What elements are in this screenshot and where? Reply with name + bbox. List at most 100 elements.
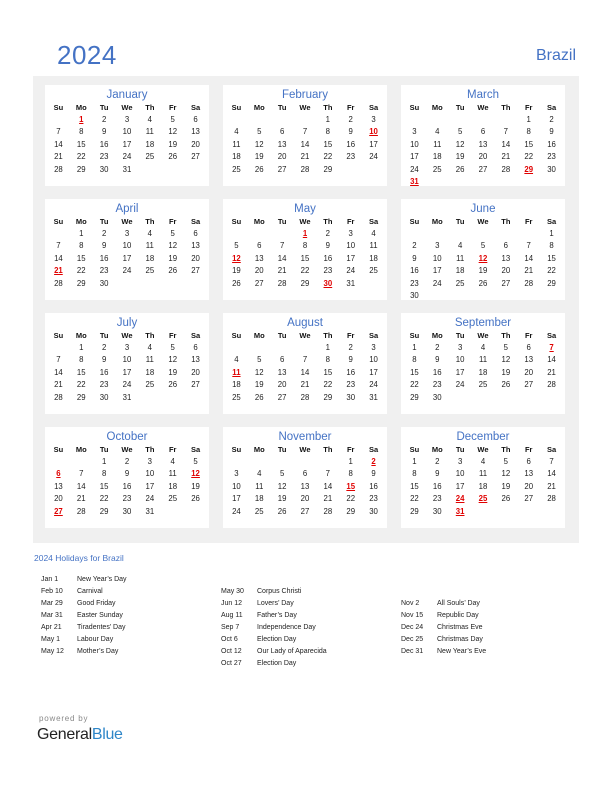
weekday-label: Fr — [524, 103, 533, 112]
day-cell: 2 — [348, 343, 353, 352]
empty-day-cell — [316, 456, 339, 468]
holiday-day-cell: 30 — [323, 278, 333, 288]
empty-day-cell — [47, 228, 70, 240]
week-row: 23 24 25 26 27 28 29 — [403, 278, 563, 290]
day-cell: 25 — [145, 152, 155, 162]
day-cell: 19 — [478, 266, 488, 276]
weekday-label: Sa — [368, 103, 379, 112]
weekday-label: Fr — [524, 331, 533, 340]
week-row: 13 14 15 16 17 18 19 — [47, 481, 207, 493]
empty-day-cell — [116, 278, 139, 290]
holiday-day-cell: 6 — [56, 469, 61, 479]
day-cell: 23 — [369, 494, 378, 504]
day-cell: 18 — [478, 481, 488, 491]
month-title: October — [106, 431, 148, 443]
weekday-label: Tu — [99, 217, 109, 226]
day-cell: 2 — [435, 457, 440, 466]
holiday-date: Aug 11 — [221, 612, 243, 619]
holiday-name: Carnival — [77, 588, 103, 595]
day-cell: 23 — [346, 380, 356, 390]
day-cell: 22 — [410, 494, 419, 504]
weekday-label: Fr — [168, 103, 177, 112]
day-cell: 15 — [99, 481, 109, 491]
holiday-date: Dec 24 — [401, 624, 424, 631]
day-cell: 1 — [412, 457, 417, 466]
empty-day-cell — [47, 456, 70, 468]
day-cell: 25 — [232, 392, 241, 402]
day-cell: 18 — [432, 152, 442, 162]
day-cell: 29 — [300, 278, 310, 288]
day-cell: 7 — [302, 355, 308, 365]
day-cell: 29 — [323, 164, 333, 174]
week-row: 15 16 17 18 19 20 21 — [403, 481, 563, 493]
weekday-label: Fr — [168, 445, 177, 454]
weekday-label: Mo — [431, 445, 443, 454]
month-september: September Su Mo Tu We Th Fr Sa 1 2 3 4 5 6 7 8 9 10 11 12 13… — [401, 313, 565, 414]
weekday-label: Sa — [368, 217, 379, 226]
week-row: 29 30 — [403, 392, 563, 404]
empty-day-cell — [138, 392, 161, 404]
weekday-label: We — [121, 217, 133, 226]
day-cell: 13 — [191, 241, 200, 251]
day-cell: 25 — [168, 494, 178, 504]
weekday-label: Mo — [75, 331, 87, 340]
day-cell: 1 — [412, 343, 417, 352]
day-cell: 19 — [254, 152, 264, 162]
day-cell: 24 — [369, 380, 378, 390]
day-cell: 1 — [79, 229, 84, 238]
empty-day-cell — [138, 164, 161, 176]
day-cell: 18 — [478, 367, 488, 377]
day-cell: 25 — [455, 278, 465, 288]
empty-day-cell — [472, 228, 495, 240]
day-cell: 11 — [478, 469, 488, 479]
day-cell: 30 — [432, 506, 442, 516]
week-row: 9 10 11 12 13 14 15 — [403, 253, 563, 265]
weekday-label: Tu — [99, 445, 109, 454]
holiday-name: New Year’s Eve — [437, 648, 487, 655]
empty-day-cell — [494, 506, 517, 518]
empty-day-cell — [517, 506, 540, 518]
generalblue-logo[interactable]: GeneralBlue — [37, 726, 123, 744]
holiday-name: Election Day — [257, 636, 297, 643]
month-july: July Su Mo Tu We Th Fr Sa 1 2 3 4 5 6 7 8 9 10 11 12 13 14 15 1… — [45, 313, 209, 414]
empty-day-cell — [426, 176, 449, 188]
day-cell: 3 — [124, 229, 130, 238]
day-cell: 2 — [348, 115, 353, 124]
day-cell: 14 — [300, 139, 310, 149]
day-cell: 23 — [99, 266, 109, 276]
day-cell: 9 — [435, 469, 440, 479]
day-cell: 7 — [56, 127, 61, 137]
day-cell: 5 — [257, 127, 262, 137]
empty-day-cell — [184, 278, 207, 290]
day-cell: 8 — [79, 241, 84, 251]
day-cell: 19 — [277, 494, 287, 504]
day-cell: 23 — [547, 152, 556, 162]
empty-day-cell — [248, 228, 271, 240]
day-cell: 17 — [232, 494, 241, 504]
year-title: 2024 — [57, 40, 117, 70]
holiday-date: May 1 — [41, 636, 61, 643]
week-row: 28 29 30 31 — [47, 164, 207, 176]
day-cell: 17 — [122, 139, 132, 149]
day-cell: 22 — [99, 494, 109, 504]
holiday-list-item: Oct 6 Election Day — [221, 634, 327, 646]
day-cell: 23 — [99, 380, 109, 390]
weekday-header: Su Mo Tu We Th Fr Sa — [47, 102, 207, 114]
day-cell: 14 — [54, 253, 63, 263]
day-cell: 27 — [300, 506, 310, 516]
weekday-label: Fr — [524, 217, 533, 226]
day-cell: 28 — [547, 380, 556, 390]
weekday-label: Sa — [190, 445, 201, 454]
week-row: 21 22 23 24 25 26 27 — [47, 265, 207, 277]
day-cell: 21 — [300, 380, 310, 390]
weekday-header: Su Mo Tu We Th Fr Sa — [403, 102, 563, 114]
holidays-title: 2024 Holidays for Brazil — [34, 553, 124, 563]
day-cell: 3 — [147, 457, 153, 466]
day-cell: 4 — [234, 355, 239, 365]
day-cell: 27 — [277, 164, 287, 174]
week-row: 25 26 27 28 29 — [225, 164, 385, 176]
week-row: 8 9 10 11 12 13 14 — [403, 468, 563, 480]
day-cell: 16 — [547, 139, 556, 149]
empty-day-cell — [362, 278, 385, 290]
day-cell: 29 — [410, 506, 419, 516]
